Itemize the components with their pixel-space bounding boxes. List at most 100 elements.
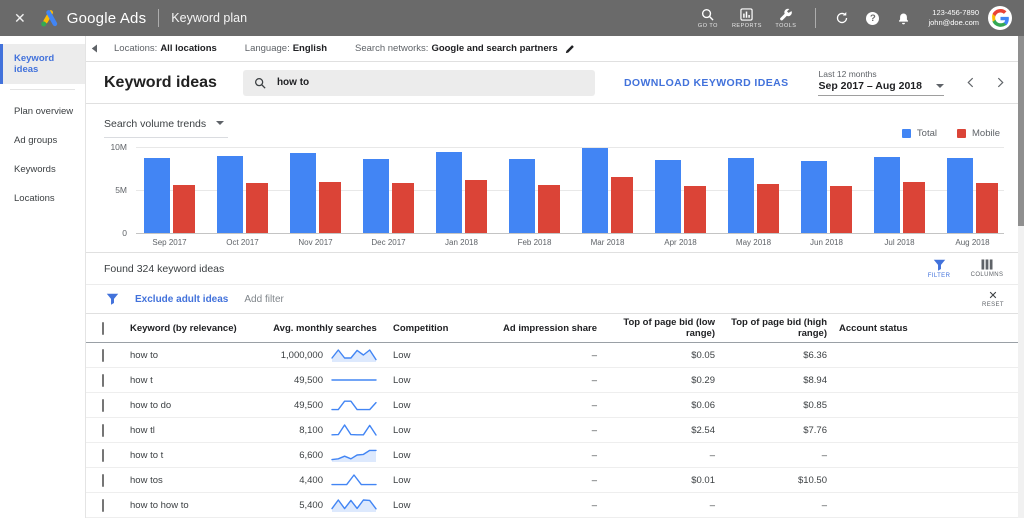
table-row-how-tos[interactable]: how tos4,400Low–$0.01$10.50 (86, 468, 1024, 493)
bar-mobile[interactable] (903, 182, 925, 233)
refresh-button[interactable] (826, 11, 857, 25)
chart-bars (801, 147, 852, 233)
chart-category-label: Feb 2018 (518, 238, 552, 247)
cell-keyword: how to t (130, 450, 265, 461)
y-axis-tick: 0 (122, 228, 127, 238)
chart-bars (947, 147, 998, 233)
y-axis-tick: 10M (110, 142, 127, 152)
column-header-avg-monthly-searches[interactable]: Avg. monthly searches (265, 323, 385, 334)
bar-total[interactable] (655, 160, 681, 233)
tools-button[interactable]: TOOLS (766, 7, 805, 29)
row-checkbox[interactable] (102, 374, 104, 387)
row-checkbox[interactable] (102, 399, 104, 412)
help-button[interactable]: ? (857, 12, 888, 25)
chart-group-nov-2017: Nov 2017 (290, 147, 341, 247)
bar-mobile[interactable] (757, 184, 779, 233)
sidebar-item-locations[interactable]: Locations (0, 184, 85, 213)
row-checkbox[interactable] (102, 499, 104, 512)
table-row-how-to-how-to[interactable]: how to how to5,400Low––– (86, 493, 1024, 518)
table-row-how-to[interactable]: how to1,000,000Low–$0.05$6.36 (86, 343, 1024, 368)
bar-total[interactable] (144, 158, 170, 233)
sidebar-item-label: Locations (14, 193, 55, 204)
bar-total[interactable] (947, 158, 973, 233)
table-row-how-tl[interactable]: how tl8,100Low–$2.54$7.76 (86, 418, 1024, 443)
filter-button-label: FILTER (928, 273, 951, 279)
setting-language[interactable]: Language: English (245, 43, 327, 54)
bar-mobile[interactable] (173, 185, 195, 233)
next-period-button[interactable] (997, 77, 1004, 88)
reset-button-label: RESET (982, 302, 1004, 308)
download-keyword-ideas-button[interactable]: DOWNLOAD KEYWORD IDEAS (624, 77, 789, 89)
bar-total[interactable] (290, 153, 316, 233)
table-row-how-t[interactable]: how t49,500Low–$0.29$8.94 (86, 368, 1024, 393)
language-value: English (293, 43, 327, 54)
column-header-competition[interactable]: Competition (385, 323, 503, 334)
date-range-value: Sep 2017 – Aug 2018 (818, 80, 922, 92)
bar-mobile[interactable] (465, 180, 487, 233)
bell-icon (897, 12, 910, 25)
bar-total[interactable] (728, 158, 754, 233)
main-content: Locations: All locations Language: Engli… (86, 36, 1024, 518)
bar-total[interactable] (801, 161, 827, 233)
trend-sparkline (323, 372, 385, 388)
bar-mobile[interactable] (830, 186, 852, 233)
table-row-how-to-do[interactable]: how to do49,500Low–$0.06$0.85 (86, 393, 1024, 418)
column-header-top-of-page-bid-low[interactable]: Top of page bid (low range) (597, 317, 715, 339)
reset-button[interactable]: ✕ RESET (982, 291, 1004, 308)
notifications-button[interactable] (888, 12, 919, 25)
select-all-checkbox[interactable] (102, 322, 104, 335)
close-icon[interactable]: ✕ (14, 11, 26, 25)
row-checkbox[interactable] (102, 349, 104, 362)
columns-button[interactable]: COLUMNS (964, 259, 1010, 279)
bar-total[interactable] (363, 159, 389, 233)
cell-competition: Low (385, 475, 503, 486)
cell-avg-monthly-searches: 49,500 (265, 400, 323, 411)
filter-button[interactable]: FILTER (916, 259, 962, 279)
bar-mobile[interactable] (538, 185, 560, 233)
add-filter-button[interactable]: Add filter (244, 294, 283, 305)
trends-dropdown[interactable]: Search volume trends (104, 118, 228, 138)
column-header-account-status[interactable]: Account status (827, 323, 1004, 334)
collapse-sidebar-button[interactable] (91, 44, 98, 53)
date-range-picker[interactable]: Last 12 months Sep 2017 – Aug 2018 (818, 69, 944, 96)
bar-total[interactable] (509, 159, 535, 233)
scrollbar-thumb[interactable] (1018, 36, 1024, 226)
bar-mobile[interactable] (611, 177, 633, 233)
bar-mobile[interactable] (684, 186, 706, 233)
setting-locations[interactable]: Locations: All locations (114, 43, 217, 54)
chart-bars (363, 147, 414, 233)
previous-period-button[interactable] (967, 77, 974, 88)
account-info: 123-456-7890 john@doe.com (928, 8, 979, 29)
bar-mobile[interactable] (319, 182, 341, 233)
column-header-top-of-page-bid-high[interactable]: Top of page bid (high range) (715, 317, 827, 339)
chart-y-axis: 10M5M0 (104, 147, 136, 233)
bar-total[interactable] (582, 148, 608, 233)
sidebar-item-plan-overview[interactable]: Plan overview (0, 97, 85, 126)
row-checkbox[interactable] (102, 474, 104, 487)
search-input[interactable] (275, 76, 584, 89)
setting-search-networks[interactable]: Search networks: Google and search partn… (355, 43, 575, 54)
trend-sparkline (323, 472, 385, 488)
reports-button[interactable]: REPORTS (727, 7, 766, 29)
go-to-button[interactable]: GO TO (688, 7, 727, 29)
sidebar-item-keywords[interactable]: Keywords (0, 155, 85, 184)
bar-total[interactable] (874, 157, 900, 233)
table-row-how-to-t[interactable]: how to t6,600Low––– (86, 443, 1024, 468)
chart-group-feb-2018: Feb 2018 (509, 147, 560, 247)
column-header-keyword[interactable]: Keyword (by relevance) (130, 323, 265, 334)
bar-total[interactable] (436, 152, 462, 233)
bar-mobile[interactable] (392, 183, 414, 233)
bar-mobile[interactable] (246, 183, 268, 233)
column-header-ad-impression-share[interactable]: Ad impression share (503, 323, 597, 334)
filter-chip-exclude-adult-ideas[interactable]: Exclude adult ideas (135, 294, 228, 305)
vertical-scrollbar[interactable] (1018, 36, 1024, 518)
row-checkbox-cell (102, 500, 130, 511)
sidebar-item-keyword-ideas[interactable]: Keyword ideas (0, 44, 85, 84)
row-checkbox[interactable] (102, 449, 104, 462)
avatar[interactable] (988, 6, 1012, 30)
bar-total[interactable] (217, 156, 243, 233)
row-checkbox[interactable] (102, 424, 104, 437)
sidebar-item-ad-groups[interactable]: Ad groups (0, 126, 85, 155)
chart-group-mar-2018: Mar 2018 (582, 147, 633, 247)
bar-mobile[interactable] (976, 183, 998, 233)
